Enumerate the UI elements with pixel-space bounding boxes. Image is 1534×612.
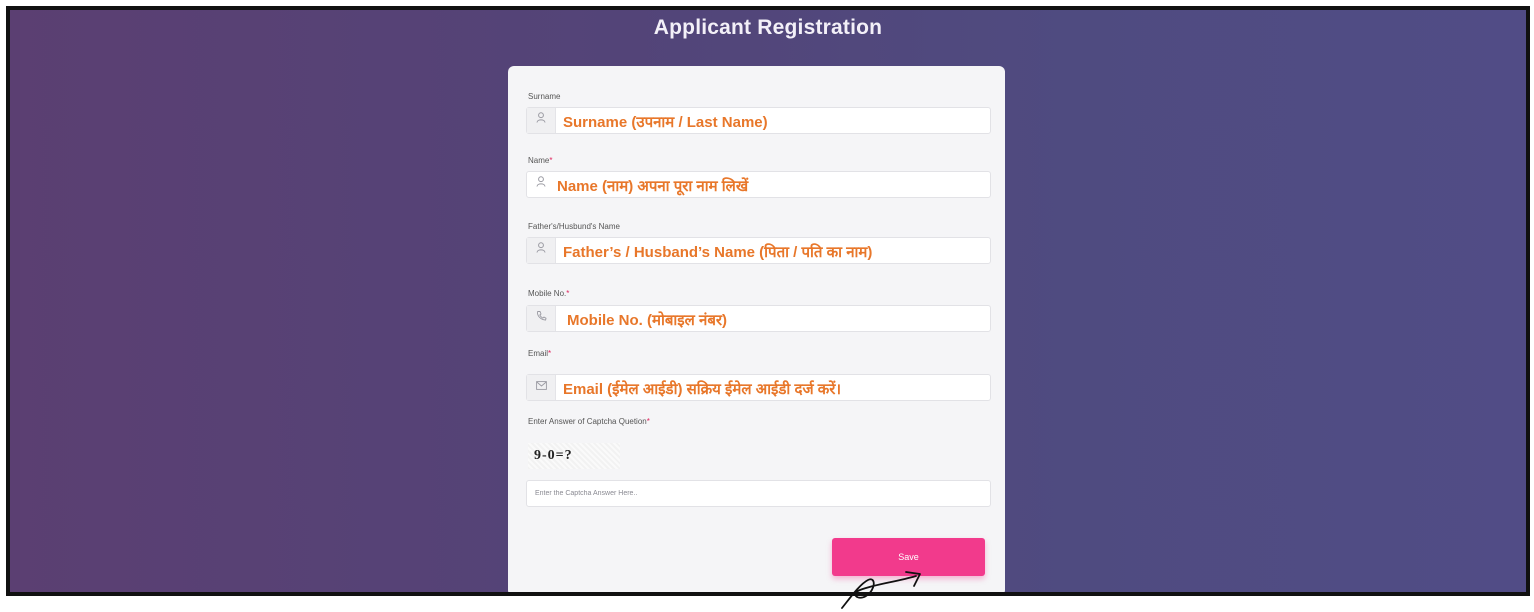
surname-label: Surname <box>528 92 561 101</box>
captcha-question: 9-0=? <box>528 443 620 469</box>
screenshot-frame: Applicant Registration Surname Surname (… <box>6 6 1530 596</box>
email-input[interactable]: Email (ईमेल आईडी) सक्रिय ईमेल आईडी दर्ज … <box>526 374 991 401</box>
captcha-answer-input[interactable] <box>526 480 991 507</box>
user-icon <box>527 108 556 133</box>
mobile-label: Mobile No.* <box>528 289 570 298</box>
mobile-input[interactable]: Mobile No. (मोबाइल नंबर) <box>526 305 991 332</box>
surname-input[interactable]: Surname (उपनाम / Last Name) <box>526 107 991 134</box>
mobile-value: Mobile No. (मोबाइल नंबर) <box>567 312 728 329</box>
curved-arrow-icon <box>841 571 921 609</box>
father-husband-label: Father's/Husbund's Name <box>528 222 620 231</box>
email-value: Email (ईमेल आईडी) सक्रिय ईमेल आईडी दर्ज … <box>563 381 842 398</box>
name-label: Name* <box>528 156 553 165</box>
page-title: Applicant Registration <box>653 16 883 39</box>
name-value: Name (नाम) अपना पूरा नाम लिखें <box>557 178 749 195</box>
envelope-icon <box>527 375 556 400</box>
father-husband-value: Father’s / Husband’s Name (पिता / पति का… <box>563 244 873 261</box>
user-icon <box>527 238 556 263</box>
father-husband-input[interactable]: Father’s / Husband’s Name (पिता / पति का… <box>526 237 991 264</box>
user-icon <box>527 172 555 197</box>
name-input[interactable]: Name (नाम) अपना पूरा नाम लिखें <box>526 171 991 198</box>
captcha-label: Enter Answer of Captcha Quetion* <box>528 417 650 426</box>
phone-icon <box>527 306 556 331</box>
registration-form: Surname Surname (उपनाम / Last Name) Name… <box>508 66 1005 592</box>
surname-value: Surname (उपनाम / Last Name) <box>563 114 768 131</box>
email-label: Email* <box>528 349 552 358</box>
